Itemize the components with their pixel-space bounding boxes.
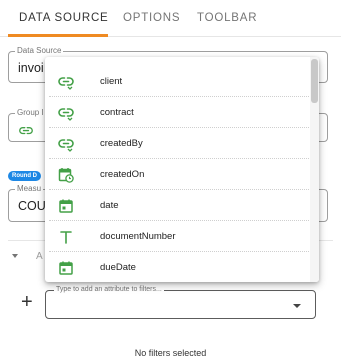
text-icon <box>58 229 74 245</box>
add-filter-button[interactable]: + <box>21 292 33 312</box>
filter-placeholder: Type to add an attribute to filters... <box>54 286 164 294</box>
no-filters-text: No filters selected <box>134 348 207 356</box>
dropdown-option[interactable]: client <box>45 66 309 97</box>
link-icon <box>58 74 74 90</box>
option-label: createdBy <box>100 138 143 149</box>
tab-options[interactable]: OPTIONS <box>123 12 180 24</box>
tab-toolbar[interactable]: TOOLBAR <box>197 12 257 24</box>
chevron-down-icon[interactable] <box>12 254 18 258</box>
option-label: createdOn <box>100 169 145 180</box>
dropdown-option[interactable]: contract <box>45 97 309 128</box>
dropdown-option[interactable]: createdOn <box>45 159 309 190</box>
option-label: dueDate <box>100 262 136 273</box>
option-label: client <box>100 76 123 87</box>
round-badge: Round D <box>8 171 41 181</box>
measure-legend: Measu <box>15 184 44 194</box>
dropdown-scrollbar[interactable] <box>310 57 319 282</box>
data-source-legend: Data Source <box>15 46 64 56</box>
calendar-icon <box>58 198 74 214</box>
link-icon <box>58 136 74 152</box>
dropdown-arrow-icon[interactable] <box>293 304 301 308</box>
dropdown-option[interactable]: createdBy <box>45 128 309 159</box>
section-title: A <box>36 251 43 262</box>
option-label: documentNumber <box>100 231 176 242</box>
link-icon <box>58 105 74 121</box>
attribute-dropdown: client contract createdBy createdOn date <box>45 57 319 282</box>
group-legend: Group I <box>15 108 46 118</box>
dropdown-option[interactable]: date <box>45 190 309 221</box>
calendar-clock-icon <box>58 167 74 183</box>
dropdown-option[interactable]: dueDate <box>45 252 309 282</box>
dropdown-option[interactable]: documentNumber <box>45 221 309 252</box>
tab-bar: DATA SOURCE OPTIONS TOOLBAR <box>0 0 341 37</box>
data-source-value: invoi <box>18 61 44 75</box>
active-tab-indicator <box>8 34 108 37</box>
scrollbar-thumb[interactable] <box>311 59 318 103</box>
filter-attribute-select[interactable]: Type to add an attribute to filters... <box>45 286 316 319</box>
link-icon <box>19 123 33 141</box>
option-label: date <box>100 200 119 211</box>
option-label: contract <box>100 107 134 118</box>
tab-data-source[interactable]: DATA SOURCE <box>19 12 109 24</box>
calendar-icon <box>58 260 74 276</box>
